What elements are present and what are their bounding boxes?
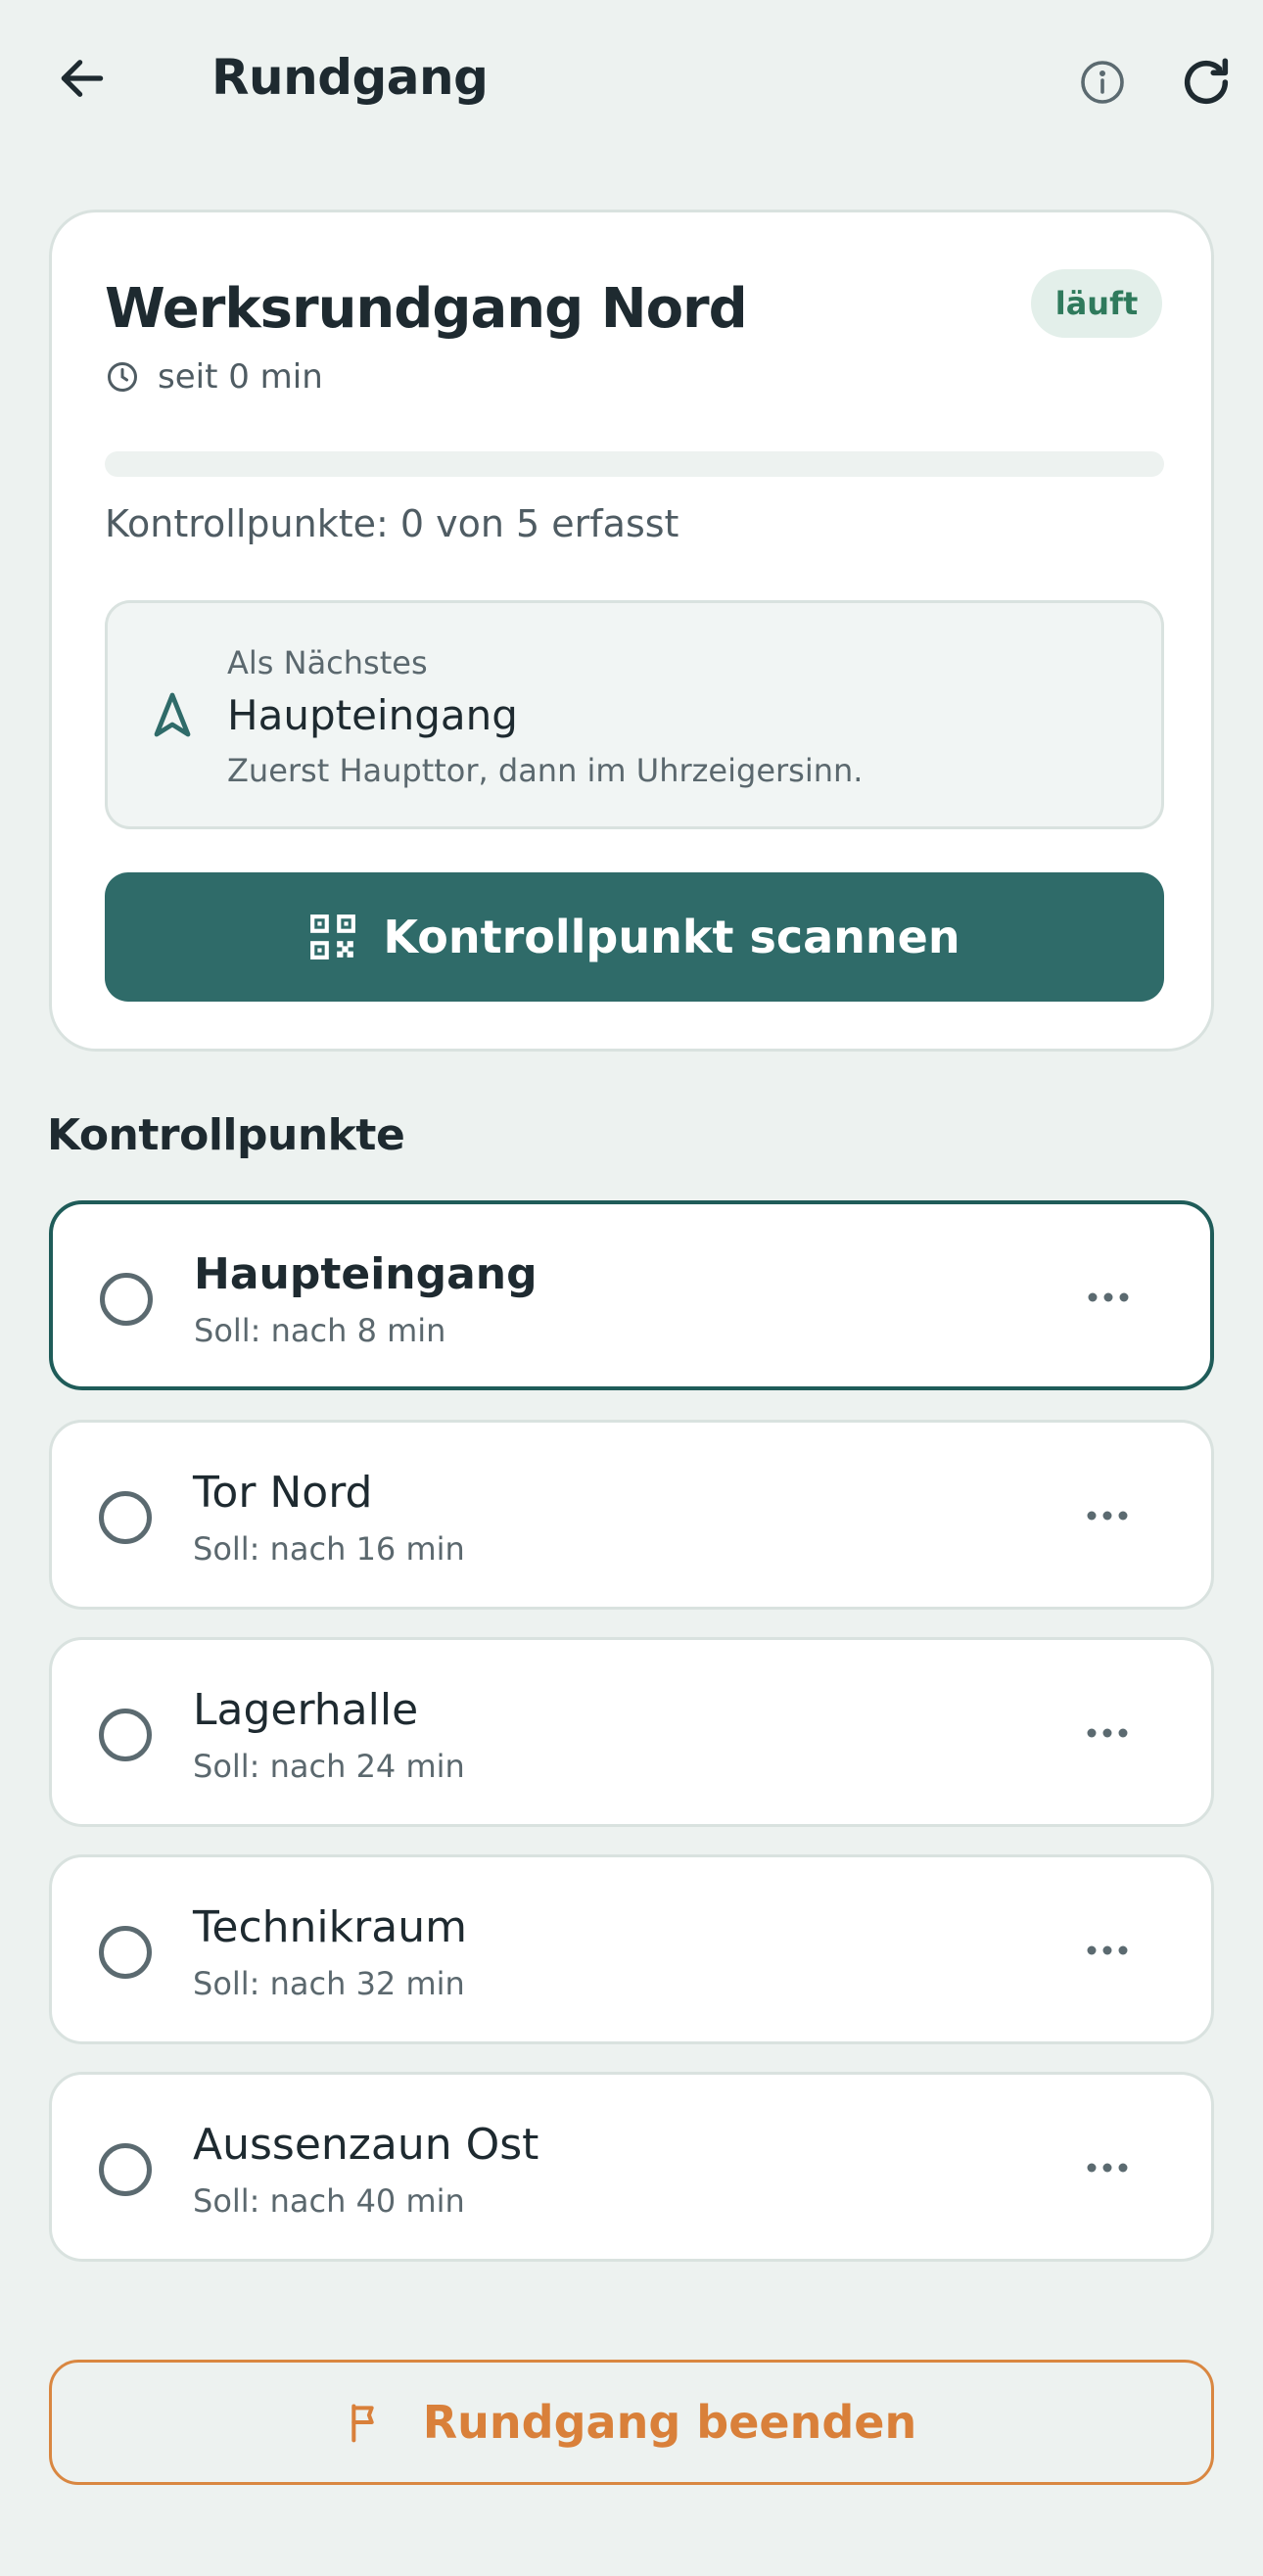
- qr-scan-icon: [310, 914, 356, 960]
- next-checkpoint-box: Als Nächstes Haupteingang Zuerst Hauptto…: [105, 600, 1164, 829]
- clock-icon: [108, 362, 137, 392]
- checkpoint-due: Soll: nach 32 min: [193, 1965, 465, 2002]
- checkpoint-due: Soll: nach 8 min: [194, 1312, 446, 1349]
- more-options-button[interactable]: [1070, 2135, 1145, 2200]
- info-icon: [1081, 61, 1124, 104]
- info-button[interactable]: [1071, 51, 1134, 114]
- round-title: Werksrundgang Nord: [105, 277, 748, 341]
- checkpoint-name: Haupteingang: [194, 1249, 538, 1299]
- elapsed-time-text: seit 0 min: [158, 357, 323, 397]
- elapsed-time: seit 0 min: [105, 357, 323, 397]
- more-horizontal-icon: [1087, 2163, 1128, 2173]
- app-root: Rundgang Werksrundgang Nord läuft seit 0…: [0, 0, 1263, 2576]
- checkpoints-section-title: Kontrollpunkte: [47, 1110, 405, 1160]
- more-options-button[interactable]: [1070, 1701, 1145, 1765]
- checkpoint-item-tor-nord[interactable]: Tor Nord Soll: nach 16 min: [49, 1420, 1214, 1610]
- checkpoint-item-haupteingang[interactable]: Haupteingang Soll: nach 8 min: [49, 1200, 1214, 1390]
- refresh-button[interactable]: [1171, 47, 1241, 117]
- checkpoint-item-technikraum[interactable]: Technikraum Soll: nach 32 min: [49, 1854, 1214, 2044]
- checkpoint-name: Aussenzaun Ost: [193, 2120, 539, 2170]
- checkpoint-name: Technikraum: [193, 1902, 467, 1952]
- next-checkpoint-name: Haupteingang: [227, 691, 518, 739]
- end-round-button[interactable]: Rundgang beenden: [49, 2360, 1214, 2485]
- checkpoint-name: Lagerhalle: [193, 1685, 419, 1735]
- checkpoint-item-lagerhalle[interactable]: Lagerhalle Soll: nach 24 min: [49, 1637, 1214, 1827]
- status-badge: läuft: [1031, 269, 1162, 338]
- progress-text: Kontrollpunkte: 0 von 5 erfasst: [105, 502, 679, 545]
- checkpoint-item-aussenzaun-ost[interactable]: Aussenzaun Ost Soll: nach 40 min: [49, 2072, 1214, 2262]
- flag-icon: [351, 2404, 374, 2443]
- more-horizontal-icon: [1088, 1292, 1129, 1302]
- checkpoint-status-radio[interactable]: [99, 1709, 152, 1761]
- more-horizontal-icon: [1087, 1728, 1128, 1738]
- checkpoint-status-radio[interactable]: [99, 1491, 152, 1544]
- more-horizontal-icon: [1087, 1945, 1128, 1955]
- checkpoint-status-radio[interactable]: [99, 2143, 152, 2196]
- checkpoint-due: Soll: nach 24 min: [193, 1748, 465, 1785]
- refresh-icon: [1184, 58, 1229, 105]
- checkpoint-name: Tor Nord: [193, 1468, 373, 1518]
- checkpoint-due: Soll: nach 16 min: [193, 1530, 465, 1568]
- more-options-button[interactable]: [1071, 1265, 1146, 1330]
- navigation-arrow-icon: [154, 692, 191, 737]
- checkpoint-status-radio[interactable]: [99, 1926, 152, 1979]
- next-checkpoint-hint: Zuerst Haupttor, dann im Uhrzeigersinn.: [227, 752, 864, 789]
- more-horizontal-icon: [1087, 1511, 1128, 1521]
- progress-bar: [105, 451, 1164, 477]
- checkpoint-status-radio[interactable]: [100, 1273, 153, 1326]
- checkpoint-due: Soll: nach 40 min: [193, 2182, 465, 2220]
- next-label: Als Nächstes: [227, 644, 428, 681]
- end-round-label: Rundgang beenden: [422, 2396, 917, 2449]
- scan-button-label: Kontrollpunkt scannen: [383, 911, 960, 963]
- round-card: Werksrundgang Nord läuft seit 0 min Kont…: [49, 210, 1214, 1052]
- more-options-button[interactable]: [1070, 1483, 1145, 1548]
- scan-checkpoint-button[interactable]: Kontrollpunkt scannen: [105, 872, 1164, 1002]
- arrow-left-icon: [61, 60, 104, 97]
- more-options-button[interactable]: [1070, 1918, 1145, 1983]
- top-bar: Rundgang: [0, 0, 1263, 157]
- page-title: Rundgang: [211, 49, 489, 106]
- back-button[interactable]: [51, 47, 114, 110]
